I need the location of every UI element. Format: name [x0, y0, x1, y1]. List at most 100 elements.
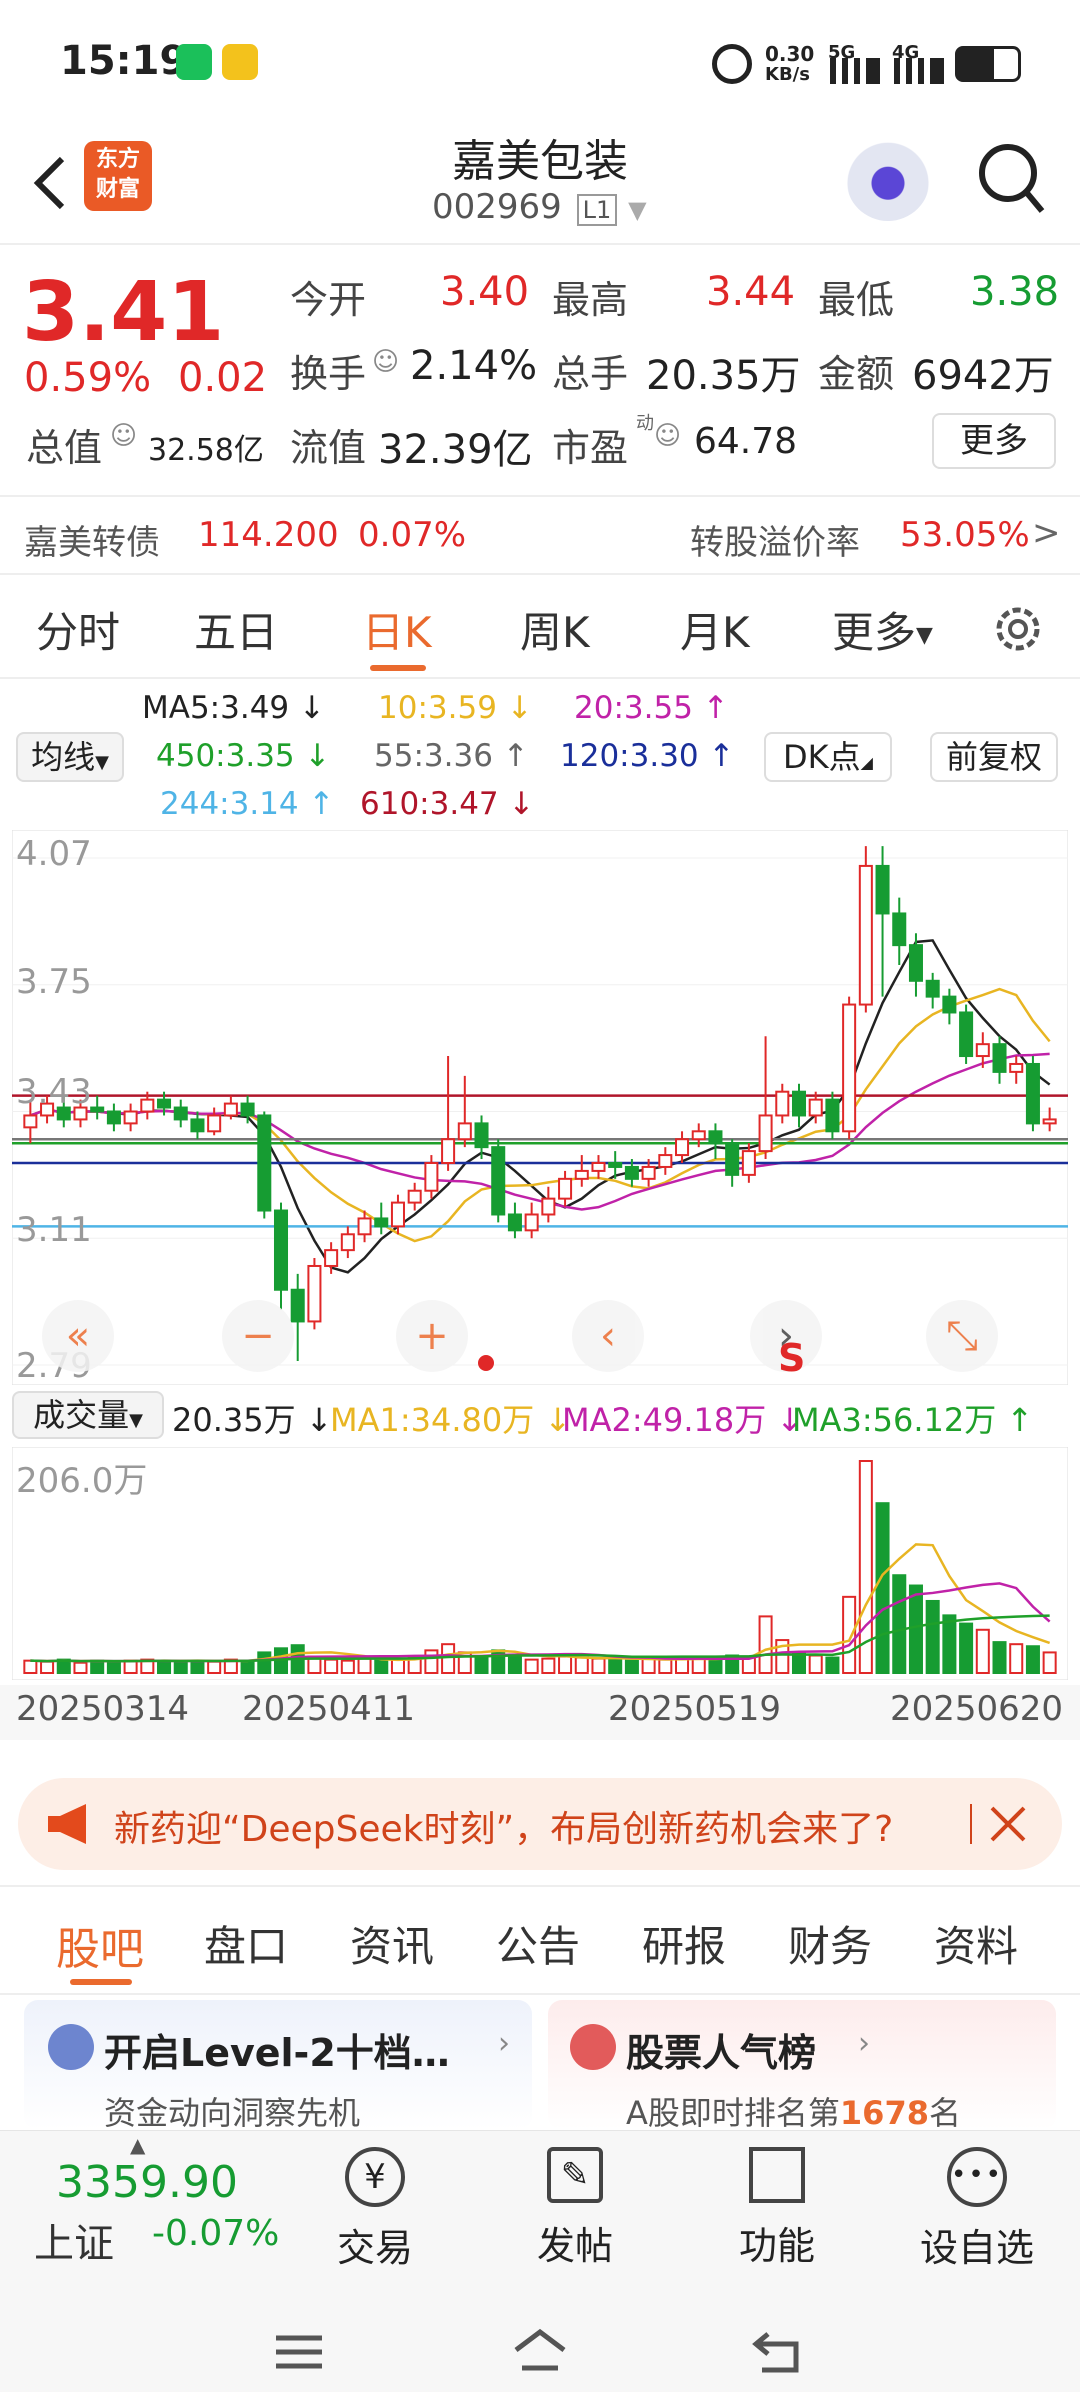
home-icon[interactable]: [512, 2328, 568, 2374]
candle-body: [1009, 1062, 1024, 1073]
volume-bar: [558, 1655, 573, 1674]
signal-icon-2: [894, 58, 944, 84]
date-2: 20250411: [242, 1689, 416, 1729]
chevron-down-icon: ▼: [916, 623, 933, 648]
date-axis: 20250314 20250411 20250519 20250620: [0, 1685, 1080, 1740]
level2-title: 开启Level-2十档…: [104, 2031, 450, 2075]
pe-value: 64.78: [694, 421, 798, 462]
amount-value: 6942万: [912, 353, 1054, 399]
tab-more[interactable]: 更多▼: [832, 599, 933, 660]
top-nav: 东方 财富 嘉美包装 002969 L1 ▼: [0, 125, 1080, 245]
search-icon[interactable]: [976, 141, 1046, 217]
popularity-card[interactable]: 股票人气榜 › A股即时排名第1678名: [548, 2000, 1056, 2132]
candle-body: [708, 1130, 723, 1145]
more-button[interactable]: 更多: [932, 413, 1056, 469]
tab-intraday[interactable]: 分时: [36, 599, 120, 660]
battery-icon: [955, 46, 1021, 82]
y-tick-1: 4.07: [16, 834, 92, 874]
chart-bar-icon: [570, 2024, 616, 2070]
volume-bar: [658, 1658, 673, 1674]
close-icon[interactable]: [986, 1802, 1030, 1846]
dk-point-button[interactable]: DK点◢: [764, 732, 892, 782]
tab-profile[interactable]: 资料: [934, 1913, 1018, 1974]
candle-body: [340, 1233, 355, 1252]
menu-icon[interactable]: [274, 2332, 324, 2372]
more-dots-icon: •••: [947, 2147, 1007, 2207]
tab-news[interactable]: 资讯: [350, 1913, 434, 1974]
mktcap-value: 32.58亿: [148, 433, 264, 468]
change-amount: 0.02: [178, 355, 268, 401]
y-tick-3: 3.43: [16, 1072, 92, 1112]
add-watchlist-button[interactable]: ••• 设自选: [912, 2147, 1042, 2287]
news-banner[interactable]: 新药迎“DeepSeek时刻”，布局创新药机会来了?: [18, 1778, 1062, 1870]
volume-bar: [340, 1659, 355, 1674]
zoom-out-icon[interactable]: −: [222, 1300, 294, 1372]
volume-bar: [324, 1658, 339, 1674]
tab-monthly-k[interactable]: 月K: [680, 599, 750, 660]
candle-body: [675, 1138, 690, 1157]
yen-icon: ¥: [345, 2147, 405, 2207]
vol-ma1: MA1:34.80万 ↓: [330, 1401, 572, 1439]
tab-pankou[interactable]: 盘口: [204, 1913, 288, 1974]
fullscreen-icon[interactable]: ⤡: [926, 1300, 998, 1372]
info-icon[interactable]: ☺: [372, 347, 399, 377]
chevron-down-icon[interactable]: ▼: [628, 196, 646, 224]
tab-research[interactable]: 研报: [642, 1913, 726, 1974]
adjust-select[interactable]: 前复权: [930, 732, 1058, 782]
chevron-right-icon: >: [1032, 513, 1061, 553]
candle-body: [641, 1165, 656, 1180]
candle-body: [741, 1150, 756, 1176]
zoom-in-icon[interactable]: +: [396, 1300, 468, 1372]
candle-body: [223, 1102, 238, 1117]
volume-select[interactable]: 成交量▼: [12, 1391, 164, 1439]
candlestick-chart[interactable]: 4.07 3.75 3.43 3.11 2.79 « − + ‹ › S ⤡: [12, 830, 1068, 1386]
volume-bar: [708, 1659, 723, 1674]
candle-body: [658, 1154, 673, 1168]
candle-body: [608, 1161, 623, 1168]
tab-finance[interactable]: 财务: [788, 1913, 872, 1974]
post-button[interactable]: ✎ 发帖: [520, 2147, 630, 2287]
tab-announcements[interactable]: 公告: [496, 1913, 580, 1974]
candle-body: [290, 1288, 305, 1323]
quote-panel: 3.41 0.59% 0.02 总值 ☺ 32.58亿 今开 3.40 最高 3…: [0, 245, 1080, 490]
candle-body: [157, 1098, 172, 1109]
functions-button[interactable]: 功能: [722, 2147, 832, 2287]
volume-bar: [1025, 1645, 1040, 1675]
change-percent: 0.59%: [24, 355, 152, 401]
candle-body: [1025, 1062, 1040, 1125]
candle-body: [908, 944, 923, 982]
rewind-icon[interactable]: «: [42, 1300, 114, 1372]
info-icon[interactable]: ☺: [110, 421, 137, 451]
robot-assistant-icon[interactable]: [846, 137, 930, 221]
indicator-select[interactable]: 均线▼: [16, 732, 124, 782]
candle-body: [591, 1161, 606, 1172]
tab-daily-k[interactable]: 日K: [362, 599, 432, 660]
back-nav-icon[interactable]: [752, 2330, 804, 2374]
volume-bar: [73, 1661, 88, 1675]
trade-button[interactable]: ¥ 交易: [320, 2147, 430, 2287]
net-speed-value: 0.30: [765, 42, 815, 66]
candle-body: [441, 1138, 456, 1164]
divider: [970, 1804, 972, 1844]
tab-weekly-k[interactable]: 周K: [520, 599, 590, 660]
sell-signal-marker: S: [778, 1336, 806, 1380]
convertible-bond-row[interactable]: 嘉美转债 114.200 0.07% 转股溢价率 53.05% >: [0, 495, 1080, 575]
index-widget[interactable]: ▲ 3359.90 上证 -0.07%: [0, 2131, 300, 2311]
volume-bar: [975, 1628, 990, 1675]
volume-value: 20.35万: [646, 353, 801, 399]
clock: 15:19: [60, 38, 188, 84]
prev-icon[interactable]: ‹: [572, 1300, 644, 1372]
volume-chart[interactable]: 206.0万: [12, 1447, 1068, 1680]
ma55-value: 55:3.36 ↑: [374, 738, 529, 774]
chevron-down-icon: ▼: [129, 1410, 143, 1431]
volume-bar: [992, 1641, 1007, 1675]
level2-card[interactable]: 开启Level-2十档… › 资金动向洞察先机: [24, 2000, 532, 2132]
volume-bar: [608, 1658, 623, 1674]
volume-bar: [791, 1652, 807, 1675]
tab-five-day[interactable]: 五日: [194, 599, 278, 660]
settings-gear-icon[interactable]: [990, 601, 1046, 657]
info-icon[interactable]: ☺: [654, 421, 681, 451]
tab-guba[interactable]: 股吧: [56, 1913, 144, 1977]
open-label: 今开: [290, 278, 367, 322]
level2-icon: [48, 2024, 94, 2070]
